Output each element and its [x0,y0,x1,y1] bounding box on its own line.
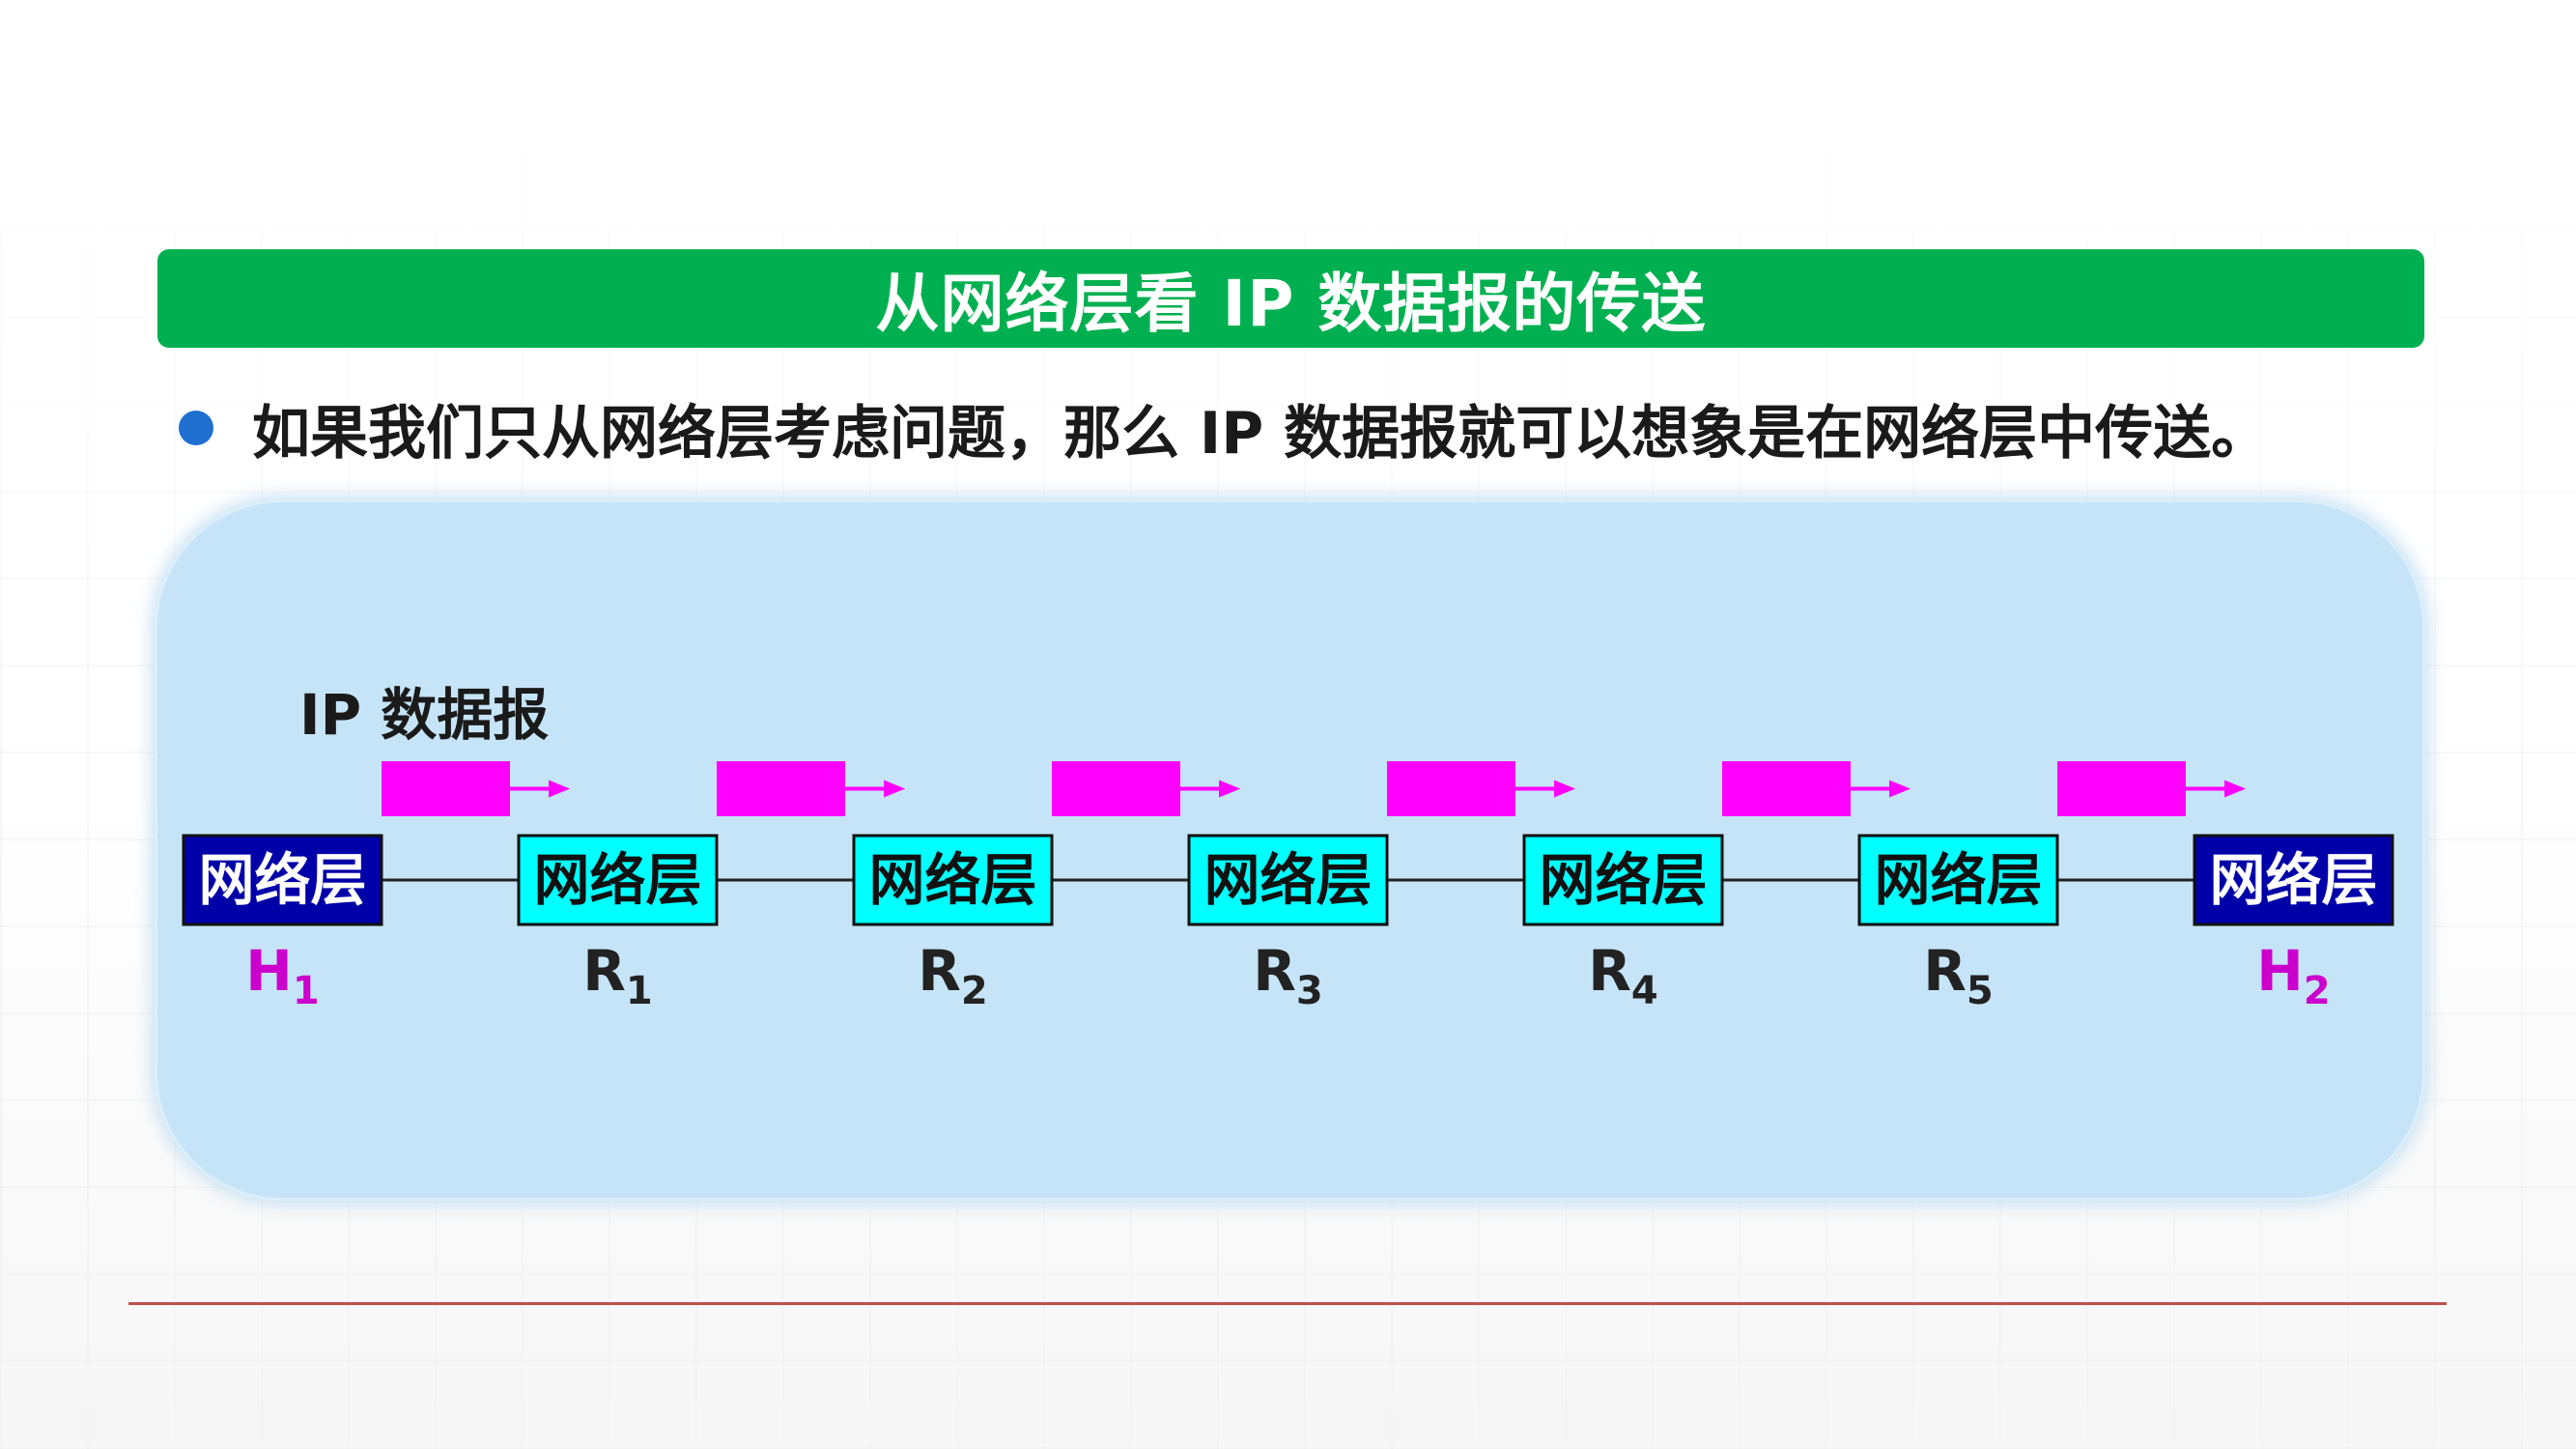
datagram-label: IP 数据报 [299,682,549,748]
router-node: 网络层 R4 [1522,834,1724,1013]
node-name-label: R1 [582,938,653,1013]
arrow-right-icon [2224,780,2246,798]
node-name-label: R4 [1588,938,1658,1013]
arrow-right-icon [1554,780,1575,798]
arrow-right-icon [1219,780,1240,798]
nodes: 网络层 H1 网络层 R1 网络层 R2 网络层 R3 网络层 R4 网络层 R5 网络层 H2 [182,834,2394,1013]
arrow-right-icon [1889,780,1911,798]
ip-datagram-packet [1722,761,1851,816]
ip-datagram-packet [1052,761,1180,816]
arrow-right-icon [884,780,905,798]
network-layer-label: 网络层 [198,847,366,913]
arrow-right-icon [549,780,570,798]
packets [382,761,2246,816]
footer-divider [128,1302,2447,1305]
router-node: 网络层 R3 [1187,834,1389,1013]
host-node: 网络层 H2 [2193,834,2394,1013]
ip-datagram-packet [2057,761,2186,816]
router-node: 网络层 R2 [852,834,1054,1013]
node-name-label: R5 [1923,938,1994,1013]
node-name-label: R3 [1253,938,1323,1013]
network-layer-label: 网络层 [1539,847,1707,913]
ip-datagram-packet [717,761,845,816]
network-layer-label: 网络层 [2209,847,2377,913]
network-layer-label: 网络层 [868,847,1036,913]
router-node: 网络层 R5 [1857,834,2059,1013]
ip-datagram-packet [1387,761,1515,816]
network-layer-label: 网络层 [533,847,701,913]
network-layer-label: 网络层 [1203,847,1372,913]
network-layer-diagram: IP 数据报 网络层H1网络层R1网络层R2网络层R3网络层R4网络层R5网络层… [182,682,2394,1013]
network-layer-label: 网络层 [1874,847,2042,913]
node-name-label: R2 [918,938,988,1013]
ip-datagram-packet [382,761,510,816]
node-name-label: H1 [245,938,319,1013]
host-node: 网络层 H1 [182,834,383,1013]
router-node: 网络层 R1 [517,834,719,1013]
node-name-label: H2 [2256,938,2330,1013]
